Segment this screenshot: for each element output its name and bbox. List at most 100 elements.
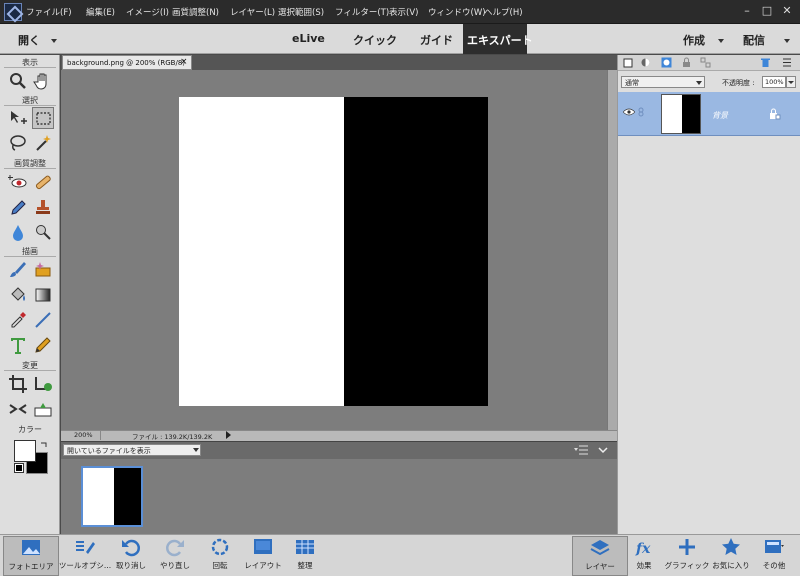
app-logo-icon — [4, 3, 22, 21]
chevron-down-icon[interactable] — [696, 81, 702, 85]
tool-options-icon — [76, 541, 95, 554]
layer-link-icon[interactable] — [638, 107, 644, 117]
blur-tool-icon[interactable] — [7, 221, 29, 243]
organizer-button[interactable]: 整理 — [277, 536, 333, 576]
thumbnail-white-half — [83, 468, 114, 525]
maximize-button[interactable]: □ — [758, 3, 776, 19]
menu-window[interactable]: ウィンドウ(W) — [428, 6, 486, 18]
recompose-tool-icon[interactable] — [32, 373, 54, 395]
pencil-tool-icon[interactable] — [32, 334, 54, 356]
layer-name[interactable]: 背景 — [712, 110, 728, 121]
more-label: その他 — [762, 561, 786, 570]
type-tool-icon[interactable] — [7, 334, 29, 356]
magic-wand-icon[interactable] — [32, 132, 54, 154]
opacity-input[interactable]: 100% — [762, 76, 786, 88]
crop-tool-icon[interactable] — [7, 373, 29, 395]
menu-view[interactable]: 表示(V) — [389, 6, 418, 18]
layer-mask-icon[interactable] — [661, 57, 672, 68]
lock-icon[interactable] — [681, 57, 692, 68]
document-tab[interactable]: background.png @ 200% (RGB/8) — [62, 55, 192, 70]
photo-bin-button[interactable]: フォトエリア — [3, 536, 59, 576]
visibility-eye-icon[interactable] — [622, 108, 636, 116]
star-icon — [722, 538, 740, 555]
content-move-tool-icon[interactable] — [32, 398, 54, 420]
mode-bar — [0, 24, 800, 54]
bin-menu-icon[interactable] — [574, 445, 588, 455]
divider — [4, 370, 56, 371]
minimize-button[interactable]: – — [738, 3, 756, 19]
rotate-icon — [211, 538, 229, 556]
adjustment-layer-icon[interactable] — [640, 57, 651, 68]
opacity-label: 不透明度 : — [722, 79, 755, 87]
eyedropper-icon[interactable] — [7, 309, 29, 331]
opacity-value: 100% — [765, 78, 784, 86]
menu-layer[interactable]: レイヤー(L) — [230, 6, 275, 18]
tab-guided[interactable]: ガイド — [420, 32, 453, 48]
opacity-dropdown-button[interactable] — [786, 76, 796, 88]
photo-bin-filter-value: 開いているファイルを表示 — [67, 447, 151, 455]
collapse-bin-icon[interactable] — [598, 446, 608, 454]
hand-icon[interactable] — [32, 70, 54, 92]
photo-bin-label: フォトエリア — [8, 562, 54, 571]
more-panels-icon — [765, 540, 784, 553]
divider — [4, 105, 56, 106]
menu-file[interactable]: ファイル(F) — [26, 6, 72, 18]
divider — [4, 67, 56, 68]
zoom-level[interactable]: 200% — [74, 431, 93, 439]
background-lock-icon[interactable] — [769, 108, 781, 120]
clone-stamp-icon[interactable] — [32, 196, 54, 218]
panel-menu-icon[interactable] — [780, 57, 791, 68]
menu-edit[interactable]: 編集(E) — [86, 6, 115, 18]
image-white-half[interactable] — [179, 97, 344, 406]
image-black-half[interactable] — [344, 97, 488, 406]
line-tool-icon[interactable] — [32, 309, 54, 331]
trash-icon[interactable] — [760, 57, 771, 68]
lasso-tool-icon[interactable] — [7, 132, 29, 154]
vertical-scrollbar[interactable] — [607, 70, 617, 430]
menu-filter[interactable]: フィルター(T) — [335, 6, 389, 18]
photo-bin-thumbnail[interactable] — [81, 466, 143, 527]
blend-mode-select[interactable]: 通常 — [621, 76, 705, 88]
red-eye-icon[interactable] — [7, 171, 29, 193]
smart-brush-icon[interactable] — [7, 196, 29, 218]
marquee-tool-icon[interactable] — [32, 107, 54, 129]
tab-quick[interactable]: クイック — [353, 32, 397, 48]
sponge-tool-icon[interactable] — [32, 221, 54, 243]
blend-mode-value: 通常 — [625, 79, 639, 87]
share-button[interactable]: 配信 — [743, 32, 765, 48]
impressionist-brush-icon[interactable] — [32, 259, 54, 281]
share-chevron-down-icon[interactable] — [784, 39, 790, 43]
layout-icon — [254, 539, 272, 554]
new-layer-icon[interactable] — [623, 57, 634, 68]
paint-bucket-icon[interactable] — [7, 284, 29, 306]
photo-bin-area — [61, 459, 617, 534]
menu-image[interactable]: イメージ(I) — [126, 6, 169, 18]
straighten-tool-icon[interactable] — [7, 398, 29, 420]
menu-select[interactable]: 選択範囲(S) — [278, 6, 324, 18]
menu-help[interactable]: ヘルプ(H) — [484, 6, 523, 18]
photo-bin-filter-select[interactable]: 開いているファイルを表示 — [63, 444, 201, 456]
swap-colors-icon[interactable] — [40, 441, 48, 449]
menu-enhance[interactable]: 画質調整(N) — [172, 6, 219, 18]
svg-text:fx: fx — [635, 541, 651, 557]
close-icon[interactable]: × — [180, 57, 188, 67]
link-layers-icon[interactable] — [700, 57, 711, 68]
default-colors-icon[interactable] — [14, 463, 24, 473]
brush-tool-icon[interactable] — [7, 259, 29, 281]
status-menu-arrow-icon[interactable] — [226, 431, 231, 439]
move-tool-icon[interactable] — [7, 107, 29, 129]
foreground-color-swatch[interactable] — [14, 440, 36, 462]
gradient-tool-icon[interactable] — [32, 284, 54, 306]
more-button[interactable]: その他 — [746, 536, 800, 576]
open-chevron-down-icon[interactable] — [51, 39, 57, 43]
create-button[interactable]: 作成 — [683, 32, 705, 48]
create-chevron-down-icon[interactable] — [718, 39, 724, 43]
tab-expert[interactable]: エキスパート — [467, 32, 533, 48]
zoom-icon[interactable] — [7, 70, 29, 92]
close-button[interactable]: ✕ — [778, 3, 796, 19]
chevron-down-icon[interactable] — [193, 448, 199, 452]
spot-healing-icon[interactable] — [32, 171, 54, 193]
tab-elive[interactable]: eLive — [292, 32, 325, 45]
open-button[interactable]: 開く — [18, 32, 40, 48]
layer-thumbnail[interactable] — [661, 94, 701, 134]
